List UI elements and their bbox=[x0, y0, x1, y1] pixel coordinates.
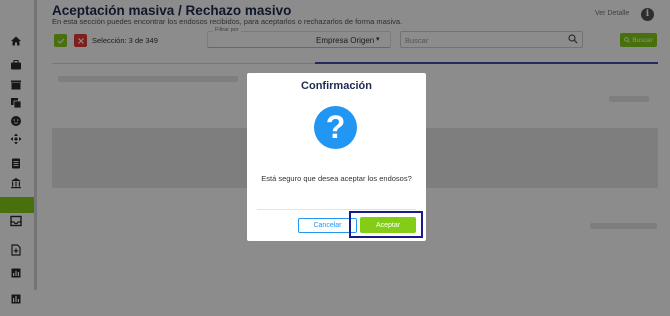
dialog-message: Está seguro que desea aceptar los endoso… bbox=[261, 174, 412, 183]
dialog-divider bbox=[257, 209, 416, 210]
dialog-title: Confirmación bbox=[301, 80, 372, 92]
accept-button[interactable]: Aceptar bbox=[360, 217, 416, 233]
question-icon: ? bbox=[314, 106, 357, 149]
confirmation-dialog: Confirmación ? Está seguro que desea ace… bbox=[247, 73, 426, 241]
